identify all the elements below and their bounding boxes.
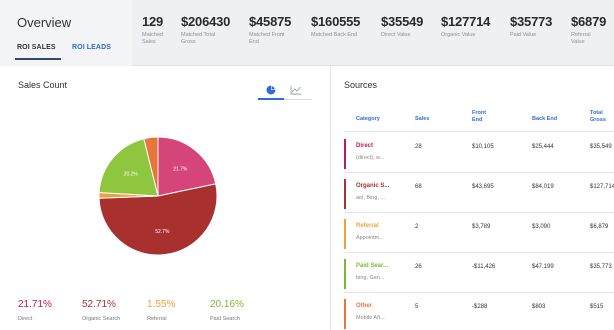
legend-paid-label: Paid Search (210, 316, 240, 322)
legend-referral-label: Referral (147, 316, 167, 322)
legend-referral-value: 1.55% (147, 299, 176, 310)
legend-direct-label: Direct (18, 316, 33, 322)
active-view-indicator (258, 98, 284, 100)
stat-matched-front-end: $45875 Matched Front End (249, 14, 293, 46)
row-back-end: $803 (532, 304, 546, 310)
pie-label: 21.7% (173, 167, 188, 173)
chart-view-toggle (258, 80, 313, 100)
row-subcategory: Appointm... (356, 235, 384, 241)
row-front-end: -$288 (472, 304, 488, 310)
row-front-end: $3,789 (472, 224, 491, 230)
col-header-category[interactable]: Category (356, 116, 380, 123)
stat-organic-value: $127714 Organic Value (441, 14, 501, 39)
active-tab-indicator (15, 58, 61, 60)
tab-roi-sales[interactable]: ROI SALES (17, 44, 56, 51)
row-category[interactable]: Direct (356, 143, 373, 149)
stat-label: Matched Sales (142, 32, 164, 45)
row-color-bar (344, 179, 346, 209)
stat-value: $35773 (510, 14, 553, 29)
row-total-gross: $127,714 (590, 184, 614, 190)
row-category[interactable]: Paid Sear... (356, 263, 388, 269)
row-subcategory: aol, Bing, ... (356, 195, 386, 201)
stat-value: $206430 (181, 14, 231, 29)
row-category[interactable]: Organic S... (356, 183, 389, 189)
panel-divider (330, 66, 331, 330)
table-row[interactable]: Paid Sear... bing, Gen... 26 -$11,426 $47,19… (344, 253, 614, 293)
row-color-bar (344, 299, 346, 329)
stat-label: Matched Total Gross (181, 32, 216, 45)
table-row[interactable]: Other Mobile Aft... 5 -$288 $803 $515 (344, 293, 614, 330)
row-color-bar (344, 219, 346, 249)
row-subcategory: bing, Gen... (356, 275, 385, 281)
stat-value: $6879 (571, 14, 607, 29)
row-front-end: $10,105 (472, 144, 494, 150)
row-back-end: $3,090 (532, 224, 551, 230)
stat-label: Paid Value (510, 32, 537, 38)
row-total-gross: $35,773 (590, 264, 612, 270)
line-chart-icon[interactable] (290, 82, 302, 100)
row-sales: 68 (415, 184, 422, 190)
stat-matched-total-gross: $206430 Matched Total Gross (181, 14, 230, 46)
row-total-gross: $515 (590, 304, 604, 310)
stat-label: Direct Value (381, 32, 411, 38)
stat-label: Organic Value (441, 32, 476, 38)
row-subcategory: (direct), w... (356, 155, 385, 161)
overview-panel: Overview ROI SALES ROI LEADS (0, 0, 132, 66)
col-header-sales[interactable]: Sales (415, 116, 429, 123)
row-sales: 2 (415, 224, 419, 230)
legend-paid-value: 20.16% (210, 299, 244, 310)
pie-svg: 21.7% 52.7% 20.2% (98, 136, 218, 256)
row-subcategory: Mobile Aft... (356, 315, 385, 321)
stats-bar: Overview ROI SALES ROI LEADS 129 Matched… (0, 0, 614, 66)
row-back-end: $25,444 (532, 144, 554, 150)
row-back-end: $84,019 (532, 184, 554, 190)
stat-label: Matched Front End (249, 32, 285, 45)
stat-matched-sales: 129 Matched Sales (142, 14, 172, 46)
stat-matched-back-end: $160555 Matched Back End (311, 14, 371, 39)
legend-direct-value: 21.71% (18, 299, 52, 310)
table-header-divider (344, 131, 614, 132)
legend-organic-label: Organic Search (82, 316, 121, 322)
row-front-end: -$11,426 (472, 264, 496, 270)
page-title: Overview (17, 15, 72, 30)
row-color-bar (344, 139, 346, 169)
row-category[interactable]: Other (356, 303, 372, 309)
stat-referral-value: $6879 Referral Value (571, 14, 606, 46)
row-back-end: $47,199 (532, 264, 554, 270)
stat-label: Referral Value (571, 32, 591, 45)
col-header-back-end[interactable]: Back End (532, 116, 557, 123)
legend-organic-value: 52.71% (82, 299, 116, 310)
row-front-end: $43,695 (472, 184, 494, 190)
stat-direct-value: $35549 Direct Value (381, 14, 441, 39)
stat-value: $127714 (441, 14, 491, 29)
stat-value: $160555 (311, 14, 361, 29)
stat-value: $35549 (381, 14, 424, 29)
table-row[interactable]: Organic S... aol, Bing, ... 68 $43,695 $84,0… (344, 173, 614, 213)
row-sales: 28 (415, 144, 422, 150)
row-total-gross: $35,549 (590, 144, 612, 150)
pie-label: 52.7% (155, 229, 170, 235)
row-category[interactable]: Referral (356, 223, 379, 229)
view-toggle-divider (284, 99, 312, 100)
row-color-bar (344, 259, 346, 289)
sources-title: Sources (344, 80, 378, 90)
stat-value: $45875 (249, 14, 292, 29)
stat-value: 129 (142, 14, 164, 29)
sales-count-title: Sales Count (18, 80, 68, 90)
table-row[interactable]: Referral Appointm... 2 $3,789 $3,090 $6,879 (344, 213, 614, 253)
sales-pie-chart: 21.7% 52.7% 20.2% (98, 136, 218, 256)
pie-label: 20.2% (124, 171, 139, 177)
tab-roi-leads[interactable]: ROI LEADS (72, 44, 111, 51)
row-sales: 26 (415, 264, 422, 270)
col-header-front-end[interactable]: Front End (472, 110, 492, 124)
table-row[interactable]: Direct (direct), w... 28 $10,105 $25,444 $35,… (344, 133, 614, 173)
stat-paid-value: $35773 Paid Value (510, 14, 570, 39)
stat-label: Matched Back End (311, 32, 358, 38)
row-sales: 5 (415, 304, 419, 310)
col-header-total-gross[interactable]: Total Gross (590, 110, 612, 124)
row-total-gross: $6,879 (590, 224, 609, 230)
